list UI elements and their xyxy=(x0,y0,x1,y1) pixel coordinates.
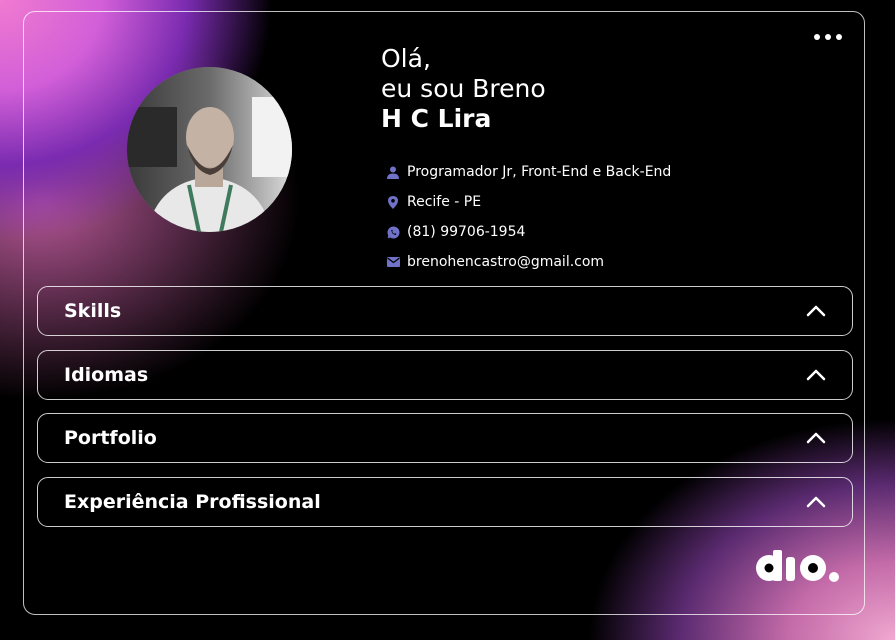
user-icon xyxy=(386,165,400,179)
avatar xyxy=(127,67,292,232)
phone-text: (81) 99706-1954 xyxy=(407,224,526,240)
chevron-up-icon[interactable] xyxy=(806,369,826,381)
location-pin-icon xyxy=(386,195,400,209)
accordion-portfolio[interactable]: Portfolio xyxy=(37,413,853,463)
accordion-experiencia[interactable]: Experiência Profissional xyxy=(37,477,853,527)
accordion-title: Experiência Profissional xyxy=(64,491,321,513)
profile-card: Olá, eu sou Breno H C Lira Programador J… xyxy=(23,11,865,615)
contact-info-list: Programador Jr, Front-End e Back-End Rec… xyxy=(386,157,671,277)
whatsapp-icon xyxy=(386,225,400,239)
role-text: Programador Jr, Front-End e Back-End xyxy=(407,164,672,180)
accordion-title: Skills xyxy=(64,300,122,322)
more-options-icon[interactable] xyxy=(814,34,842,40)
chevron-up-icon[interactable] xyxy=(806,305,826,317)
location-text: Recife - PE xyxy=(407,194,482,210)
chevron-up-icon[interactable] xyxy=(806,432,826,444)
greeting-line: Olá, xyxy=(381,44,431,73)
name-line: H C Lira xyxy=(381,104,492,133)
accordion-idiomas[interactable]: Idiomas xyxy=(37,350,853,400)
greeting-heading: Olá, eu sou Breno H C Lira xyxy=(381,44,546,134)
accordion-title: Portfolio xyxy=(64,427,157,449)
accordion-skills[interactable]: Skills xyxy=(37,286,853,336)
info-item-role: Programador Jr, Front-End e Back-End xyxy=(386,157,671,187)
dio-logo xyxy=(756,550,840,588)
intro-line: eu sou Breno xyxy=(381,74,546,103)
accordion-title: Idiomas xyxy=(64,364,149,386)
mail-icon xyxy=(386,255,400,269)
info-item-phone[interactable]: (81) 99706-1954 xyxy=(386,217,671,247)
email-text: brenohencastro@gmail.com xyxy=(407,254,605,270)
info-item-location: Recife - PE xyxy=(386,187,671,217)
chevron-up-icon[interactable] xyxy=(806,496,826,508)
info-item-email[interactable]: brenohencastro@gmail.com xyxy=(386,247,671,277)
